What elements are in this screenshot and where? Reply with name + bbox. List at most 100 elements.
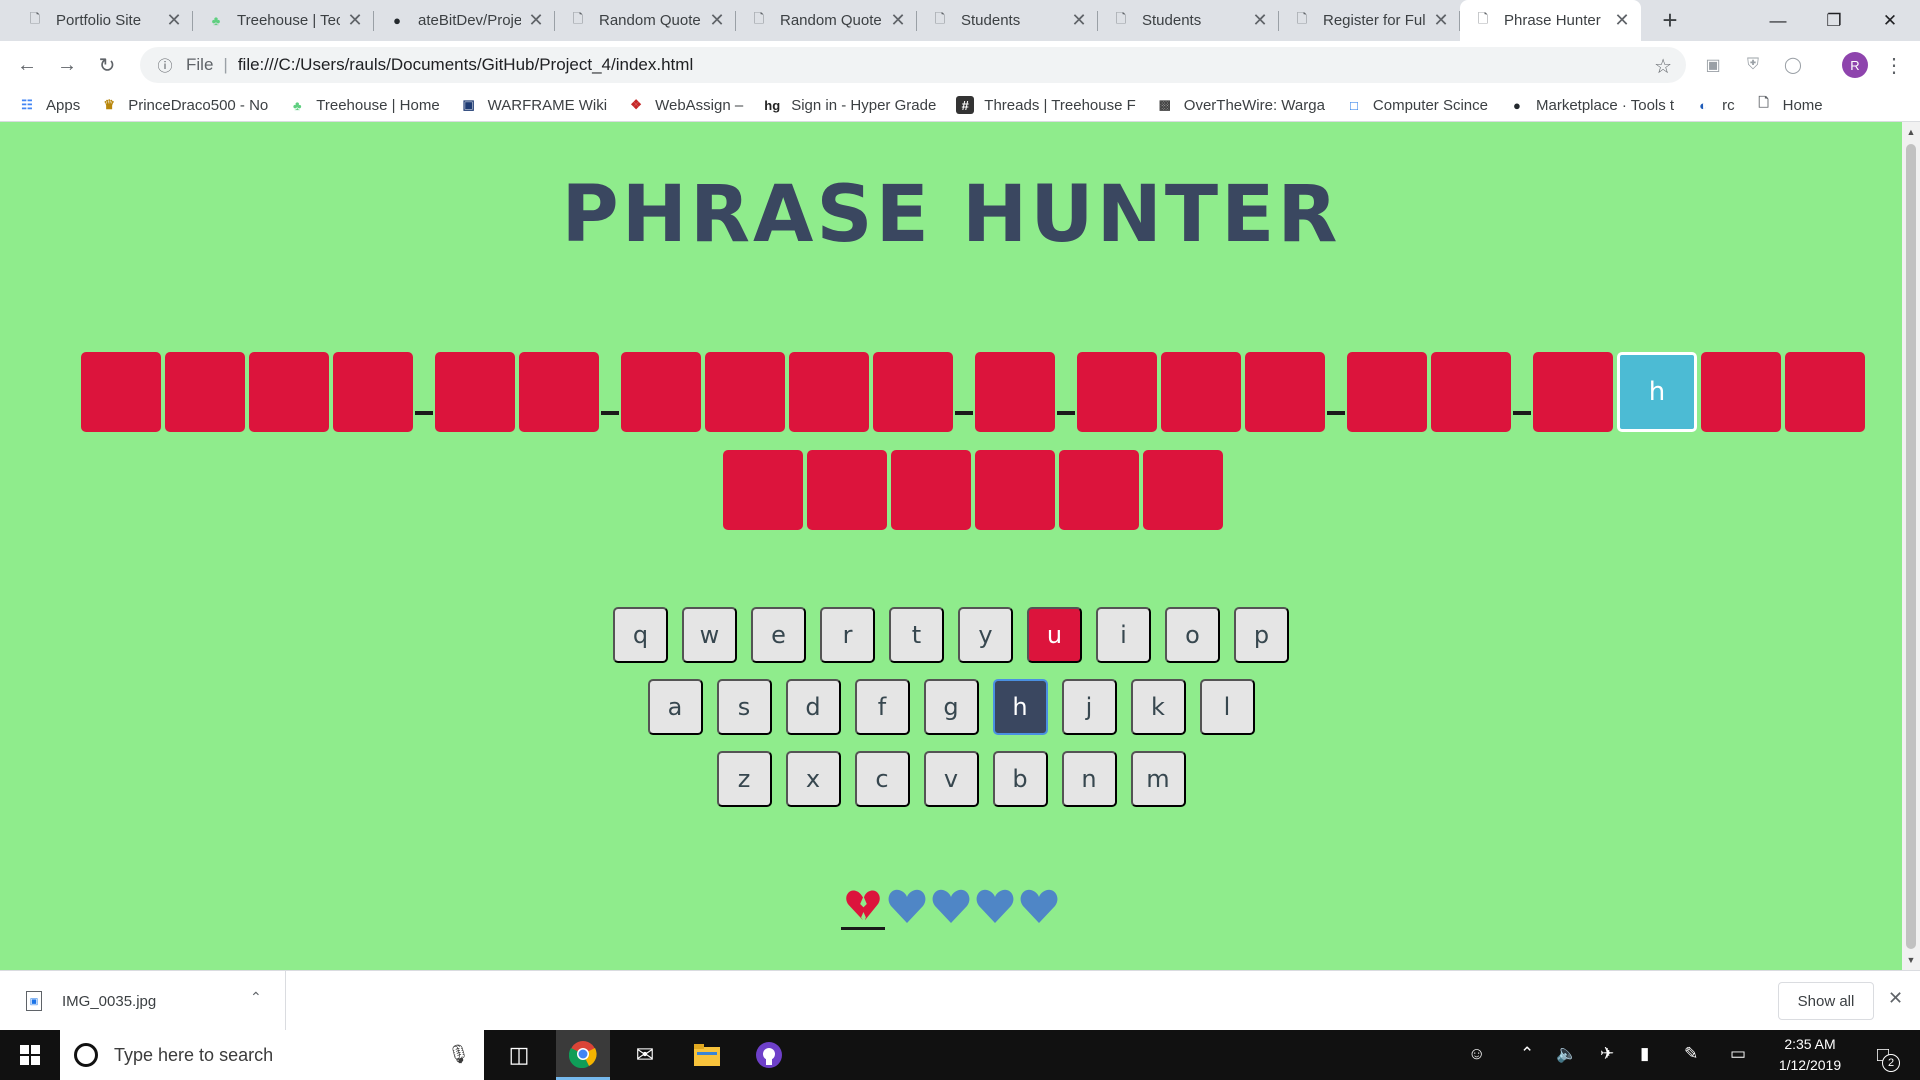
revealed-letter: h [1617, 352, 1697, 432]
key-k[interactable]: k [1130, 679, 1186, 735]
tab-6[interactable]: 🗋 Students ✕ [917, 0, 1098, 41]
bookmark-item[interactable]: ❖ WebAssign – [627, 96, 743, 114]
download-item[interactable]: ▣ IMG_0035.jpg ⌃ [0, 971, 286, 1031]
key-w[interactable]: w [682, 607, 737, 663]
key-c[interactable]: c [854, 751, 910, 807]
key-v[interactable]: v [923, 751, 979, 807]
people-icon[interactable]: ☺ [1468, 1044, 1485, 1064]
restore-icon[interactable]: ❐ [1806, 0, 1862, 41]
volume-icon[interactable]: 🔈 [1556, 1044, 1577, 1064]
phrase-word [621, 352, 957, 432]
tab-4[interactable]: 🗋 Random Quote ✕ [555, 0, 736, 41]
extension-icon[interactable]: ▣ [1702, 54, 1724, 76]
close-icon[interactable]: ✕ [527, 10, 545, 30]
reload-icon[interactable]: ↻ [92, 50, 122, 80]
close-icon[interactable]: ✕ [708, 10, 726, 30]
key-o[interactable]: o [1165, 607, 1220, 663]
key-e[interactable]: e [751, 607, 806, 663]
key-x[interactable]: x [785, 751, 841, 807]
input-indicator-icon[interactable]: ▭ [1730, 1044, 1746, 1064]
scroll-thumb[interactable] [1906, 144, 1916, 949]
key-m[interactable]: m [1130, 751, 1186, 807]
airplane-mode-icon[interactable]: ✈ [1600, 1044, 1614, 1064]
mail-icon[interactable]: ✉ [618, 1030, 672, 1080]
file-explorer-icon[interactable] [680, 1030, 734, 1080]
bookmark-item[interactable]: # Threads | Treehouse F [956, 96, 1136, 114]
shield-icon[interactable]: ⛨ [1742, 54, 1764, 76]
close-icon[interactable]: ✕ [346, 10, 364, 30]
close-icon[interactable]: ✕ [1888, 988, 1903, 1009]
tab-8[interactable]: 🗋 Register for Ful ✕ [1279, 0, 1460, 41]
battery-icon[interactable]: ▮ [1640, 1044, 1649, 1064]
key-q[interactable]: q [613, 607, 668, 663]
key-j[interactable]: j [1061, 679, 1117, 735]
scroll-up-icon[interactable]: ▲ [1902, 124, 1920, 140]
page-icon: 🗋 [29, 10, 41, 26]
key-r[interactable]: r [820, 607, 875, 663]
bookmark-item[interactable]: ▩ OverTheWire: Warga [1156, 96, 1325, 114]
key-g[interactable]: g [923, 679, 979, 735]
star-icon[interactable]: ☆ [1654, 54, 1672, 79]
bookmark-item[interactable]: □ Computer Scince [1345, 96, 1488, 114]
pen-icon[interactable]: ✎ [1684, 1044, 1698, 1064]
close-icon[interactable]: ✕ [889, 10, 907, 30]
key-u[interactable]: u [1027, 607, 1082, 663]
key-d[interactable]: d [785, 679, 841, 735]
chevron-up-icon[interactable]: ⌃ [250, 989, 262, 1006]
key-n[interactable]: n [1061, 751, 1117, 807]
key-z[interactable]: z [716, 751, 772, 807]
window-close-icon[interactable]: ✕ [1862, 0, 1918, 41]
key-y[interactable]: y [958, 607, 1013, 663]
tab-2[interactable]: ♣ Treehouse | Tec ✕ [193, 0, 374, 41]
extension-disabled-icon[interactable]: ◯ [1782, 54, 1804, 76]
microphone-icon[interactable]: 🎙 [447, 1044, 470, 1065]
address-bar[interactable]: ⓘ File | file:///C:/Users/rauls/Document… [140, 47, 1686, 83]
bookmark-item[interactable]: ♣ Treehouse | Home [288, 96, 440, 114]
tab-5[interactable]: 🗋 Random Quote ✕ [736, 0, 917, 41]
tab-9[interactable]: 🗋 Phrase Hunter ✕ [1460, 0, 1641, 41]
bookmark-item[interactable]: ● Marketplace · Tools t [1508, 96, 1674, 114]
taskbar-search[interactable]: Type here to search 🎙 [60, 1030, 484, 1080]
key-t[interactable]: t [889, 607, 944, 663]
bookmark-item[interactable]: ▣ WARFRAME Wiki [460, 96, 608, 114]
key-i[interactable]: i [1096, 607, 1151, 663]
scroll-down-icon[interactable]: ▼ [1902, 952, 1920, 968]
menu-icon[interactable]: ⋮ [1884, 52, 1904, 78]
hidden-letter [519, 352, 599, 432]
key-h[interactable]: h [992, 679, 1048, 735]
new-tab-button[interactable]: + [1656, 5, 1684, 35]
key-l[interactable]: l [1199, 679, 1255, 735]
github-desktop-icon[interactable] [742, 1030, 796, 1080]
tab-7[interactable]: 🗋 Students ✕ [1098, 0, 1279, 41]
key-f[interactable]: f [854, 679, 910, 735]
page-scrollbar[interactable]: ▲ ▼ [1902, 122, 1920, 970]
chrome-icon[interactable] [556, 1030, 610, 1080]
back-icon[interactable]: ← [12, 50, 42, 80]
info-icon[interactable]: ⓘ [154, 54, 176, 76]
key-a[interactable]: a [647, 679, 703, 735]
key-p[interactable]: p [1234, 607, 1289, 663]
close-icon[interactable]: ✕ [165, 10, 183, 30]
close-icon[interactable]: ✕ [1613, 10, 1631, 30]
key-b[interactable]: b [992, 751, 1048, 807]
bookmark-item[interactable]: hg Sign in - Hyper Grade [763, 96, 936, 114]
taskbar-clock[interactable]: 2:35 AM 1/12/2019 [1760, 1034, 1860, 1076]
bookmark-item[interactable]: 🗋 Home [1755, 95, 1822, 114]
address-url[interactable]: file:///C:/Users/rauls/Documents/GitHub/… [238, 55, 693, 75]
close-icon[interactable]: ✕ [1251, 10, 1269, 30]
bookmark-item[interactable]: ♛ PrinceDraco500 - No [100, 96, 268, 114]
windows-start-icon[interactable] [0, 1030, 60, 1080]
close-icon[interactable]: ✕ [1432, 10, 1450, 30]
close-icon[interactable]: ✕ [1070, 10, 1088, 30]
bookmark-item[interactable]: ◐ rc [1694, 96, 1734, 114]
tab-3[interactable]: ● ateBitDev/Proje ✕ [374, 0, 555, 41]
tab-1[interactable]: 🗋 Portfolio Site ✕ [12, 0, 193, 41]
show-all-button[interactable]: Show all [1778, 982, 1874, 1020]
bookmark-item[interactable]: ☷ Apps [18, 96, 80, 114]
key-s[interactable]: s [716, 679, 772, 735]
forward-icon[interactable]: → [52, 50, 82, 80]
minimize-icon[interactable]: — [1750, 0, 1806, 41]
task-view-icon[interactable]: ◫ [492, 1030, 546, 1080]
chevron-up-icon[interactable]: ⌃ [1520, 1044, 1534, 1064]
profile-avatar[interactable]: R [1842, 52, 1868, 78]
